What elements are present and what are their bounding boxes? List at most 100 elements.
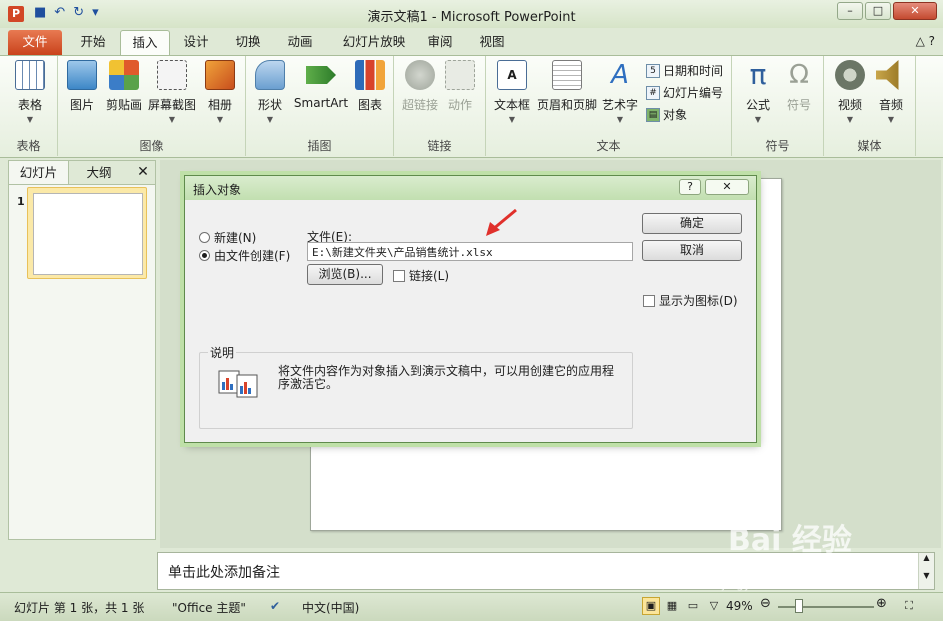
equation-label: 公式 xyxy=(745,98,770,112)
dialog-close-button[interactable]: ✕ xyxy=(705,179,749,195)
slide-number-label: 幻灯片编号 xyxy=(663,86,724,100)
slide-thumbnail[interactable] xyxy=(33,193,143,275)
reading-view-icon[interactable]: ▭ xyxy=(684,597,702,615)
date-time-button[interactable]: 5 日期和时间 xyxy=(646,62,723,79)
tab-home[interactable]: 开始 xyxy=(66,30,120,55)
status-bar: 幻灯片 第 1 张，共 1 张 "Office 主题" ✔ 中文(中国) ▣ ▦… xyxy=(0,592,943,621)
hyperlink-button[interactable]: 超链接 xyxy=(400,60,440,113)
slide-sorter-view-icon[interactable]: ▦ xyxy=(663,597,681,615)
link-checkbox[interactable]: 链接(L) xyxy=(393,267,449,284)
shapes-button[interactable]: 形状 ▼ xyxy=(252,60,288,124)
tab-review[interactable]: 审阅 xyxy=(420,30,460,55)
tab-insert[interactable]: 插入 xyxy=(120,30,170,55)
slide-number: 1 xyxy=(17,195,25,208)
textbox-button[interactable]: A 文本框 ▼ xyxy=(492,60,532,124)
close-window-button[interactable]: ✕ xyxy=(893,2,937,20)
date-time-label: 日期和时间 xyxy=(663,64,724,78)
normal-view-icon[interactable]: ▣ xyxy=(642,597,660,615)
spellcheck-icon[interactable]: ✔ xyxy=(270,599,280,613)
zoom-slider-thumb[interactable] xyxy=(795,599,803,613)
group-label: 图像 xyxy=(139,139,164,153)
tab-design[interactable]: 设计 xyxy=(174,30,218,55)
table-label: 表格 xyxy=(17,98,42,112)
dropdown-arrow-icon: ▼ xyxy=(508,115,516,124)
clipart-icon xyxy=(109,60,139,90)
wordart-button[interactable]: A 艺术字 ▼ xyxy=(600,60,640,124)
display-as-icon-label: 显示为图标(D) xyxy=(659,294,738,308)
picture-button[interactable]: 图片 xyxy=(64,60,100,113)
object-button[interactable]: ▤ 对象 xyxy=(646,106,687,123)
tab-slideshow[interactable]: 幻灯片放映 xyxy=(334,30,414,55)
header-footer-label: 页眉和页脚 xyxy=(536,98,597,112)
description-title: 说明 xyxy=(208,344,237,361)
album-label: 相册 xyxy=(207,98,232,112)
zoom-in-icon[interactable]: ⊕ xyxy=(876,596,887,611)
slide-number-button[interactable]: # 幻灯片编号 xyxy=(646,84,723,101)
equation-button[interactable]: π 公式 ▼ xyxy=(738,58,778,125)
header-footer-button[interactable]: 页眉和页脚 xyxy=(536,60,598,113)
clipart-button[interactable]: 剪贴画 xyxy=(104,60,144,113)
dropdown-arrow-icon: ▼ xyxy=(266,115,274,124)
zoom-out-icon[interactable]: ⊖ xyxy=(760,596,771,611)
action-icon xyxy=(445,60,475,90)
dropdown-arrow-icon: ▼ xyxy=(168,115,176,124)
ok-button[interactable]: 确定 xyxy=(642,213,742,234)
group-label: 文本 xyxy=(596,139,621,153)
screenshot-icon xyxy=(157,60,187,90)
file-path-input[interactable] xyxy=(307,242,633,261)
maximize-button[interactable]: □ xyxy=(865,2,891,20)
tab-slides[interactable]: 幻灯片 xyxy=(9,161,69,184)
group-tables: 表格 ▼ 表格 xyxy=(0,56,58,156)
group-symbols: π 公式 ▼ Ω 符号 符号 xyxy=(732,56,824,156)
browse-button[interactable]: 浏览(B)... xyxy=(307,264,383,285)
wordart-icon: A xyxy=(611,60,629,90)
radio-circle-selected xyxy=(199,250,210,261)
fit-to-window-icon[interactable]: ⛶ xyxy=(900,597,918,615)
picture-label: 图片 xyxy=(69,98,94,112)
table-button[interactable]: 表格 ▼ xyxy=(8,60,52,124)
cancel-button[interactable]: 取消 xyxy=(642,240,742,261)
dialog-help-button[interactable]: ? xyxy=(679,179,701,195)
album-button[interactable]: 相册 ▼ xyxy=(200,60,240,124)
radio-create-new[interactable]: 新建(N) xyxy=(199,229,256,246)
radio-circle xyxy=(199,232,210,243)
insert-object-dialog: 插入对象 ? ✕ 新建(N) 由文件创建(F) 文件(E): 浏览(B)... … xyxy=(184,175,757,443)
minimize-button[interactable]: – xyxy=(837,2,863,20)
help-icon[interactable]: △ ? xyxy=(916,34,935,48)
red-arrow-annotation-icon xyxy=(486,208,517,236)
close-pane-icon[interactable]: ✕ xyxy=(131,161,155,184)
smartart-button[interactable]: SmartArt xyxy=(292,60,350,110)
pi-icon: π xyxy=(749,58,767,91)
group-label: 表格 xyxy=(16,139,41,153)
slideshow-view-icon[interactable]: ▽ xyxy=(705,597,723,615)
screenshot-button[interactable]: 屏幕截图 ▼ xyxy=(146,60,198,124)
chart-label: 图表 xyxy=(357,98,382,112)
insert-object-from-file-icon xyxy=(218,370,258,398)
display-as-icon-checkbox[interactable]: 显示为图标(D) xyxy=(643,292,738,309)
theme-name[interactable]: "Office 主题" xyxy=(172,599,246,616)
tab-animations[interactable]: 动画 xyxy=(278,30,322,55)
zoom-level[interactable]: 49% xyxy=(726,599,753,613)
action-button[interactable]: 动作 xyxy=(442,60,478,113)
video-button[interactable]: 视频 ▼ xyxy=(830,60,870,124)
checkbox-box xyxy=(643,294,655,307)
audio-button[interactable]: 音频 ▼ xyxy=(872,60,910,124)
language-indicator[interactable]: 中文(中国) xyxy=(302,599,359,616)
zoom-slider[interactable] xyxy=(778,606,874,608)
tab-view[interactable]: 视图 xyxy=(472,30,512,55)
dialog-title-bar: 插入对象 xyxy=(185,176,756,200)
hyperlink-label: 超链接 xyxy=(401,98,438,112)
notes-scrollbar[interactable]: ▲ ▼ xyxy=(918,553,934,589)
chart-button[interactable]: 图表 xyxy=(352,60,388,113)
radio-create-from-file[interactable]: 由文件创建(F) xyxy=(199,247,290,264)
dropdown-arrow-icon: ▼ xyxy=(616,115,624,124)
tab-outline[interactable]: 大纲 xyxy=(69,161,129,184)
tab-transitions[interactable]: 切换 xyxy=(226,30,270,55)
tab-file[interactable]: 文件 xyxy=(8,30,62,55)
ribbon: 表格 ▼ 表格 图片 剪贴画 屏幕截图 ▼ 相册 ▼ 图像 形状 ▼ Smart… xyxy=(0,55,943,158)
group-label: 媒体 xyxy=(857,139,882,153)
slide-thumbnail-selection[interactable] xyxy=(27,187,147,279)
symbol-button[interactable]: Ω 符号 xyxy=(780,60,818,113)
group-images: 图片 剪贴画 屏幕截图 ▼ 相册 ▼ 图像 xyxy=(58,56,246,156)
dropdown-arrow-icon: ▼ xyxy=(754,115,762,124)
